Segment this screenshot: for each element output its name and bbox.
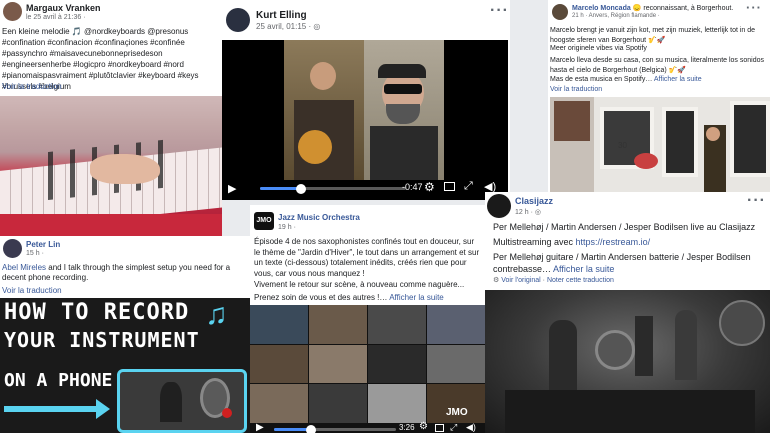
- post-author[interactable]: Margaux Vranken: [26, 3, 101, 13]
- house-facade-image[interactable]: 30: [550, 97, 770, 200]
- post-clasijazz: Clasijazz 12 h · ◎ ··· Per Mellehøj / Ma…: [485, 192, 770, 433]
- post-time[interactable]: 12 h · ◎: [515, 208, 541, 216]
- music-notes-icon: ♫: [205, 298, 228, 331]
- post-text: Prenez soin de vous et des autres !… Aff…: [254, 293, 444, 302]
- see-more-link[interactable]: Afficher la suite: [654, 76, 702, 83]
- translate-link[interactable]: Voir la traduction: [2, 286, 62, 295]
- post-jazz-music-orchestra: JMO Jazz Music Orchestra 19 h · Épisode …: [250, 205, 485, 433]
- mention-link[interactable]: Abel Mireles: [2, 263, 46, 272]
- post-text: Marcelo brengt je vanuit zijn kot, met z…: [550, 27, 756, 44]
- post-header: Marcelo Moncada 😞 reconnaissant, à Borge…: [572, 4, 768, 12]
- seek-bar[interactable]: [260, 183, 406, 194]
- play-icon[interactable]: ▶: [228, 182, 236, 195]
- post-text: Per Mellehøj / Martin Andersen / Jesper …: [493, 222, 756, 232]
- post-kurt-elling: Kurt Elling 25 avril, 01:15 · ◎ ··· ▶ -0…: [222, 0, 510, 200]
- post-text: Abel Mireles and I talk through the simp…: [2, 263, 231, 282]
- seek-bar[interactable]: [274, 424, 396, 433]
- avatar[interactable]: [3, 239, 22, 258]
- globe-icon: ◎: [313, 22, 321, 31]
- fullscreen-icon[interactable]: ⤢: [450, 422, 457, 433]
- fullscreen-icon[interactable]: ⤢: [464, 180, 473, 193]
- settings-icon[interactable]: ⚙: [419, 421, 428, 432]
- post-marcelo-moncada: Marcelo Moncada 😞 reconnaissant, à Borge…: [548, 0, 770, 200]
- gear-icon: ⚙: [493, 277, 500, 284]
- time-remaining: -0:47: [402, 182, 423, 192]
- post-text: Meer originele vibes via Spotify: [550, 45, 647, 52]
- video-grid-player[interactable]: JMO ▶ 3:26 ⚙ ⤢ ◀): [250, 305, 485, 433]
- post-author[interactable]: Peter Lin: [26, 240, 60, 249]
- translate-link[interactable]: Voir la traduction: [550, 86, 602, 93]
- phone-frame: [117, 369, 247, 433]
- post-text: Multistreaming avec https://restream.io/: [493, 237, 651, 247]
- post-text: Per Mellehøj guitare / Martin Andersen b…: [493, 252, 751, 274]
- more-options-icon[interactable]: ···: [747, 192, 766, 210]
- post-text: Vivement le retour sur scène, à nouveau …: [254, 280, 465, 289]
- volume-icon[interactable]: ◀): [466, 422, 476, 433]
- post-author[interactable]: Kurt Elling: [256, 10, 307, 21]
- thumb-title-line3: ON A PHONE: [4, 370, 113, 391]
- video-thumbnail[interactable]: HOW TO RECORD YOUR INSTRUMENT ON A PHONE…: [0, 298, 250, 433]
- post-time[interactable]: 25 avril, 01:15 · ◎: [256, 22, 320, 31]
- pip-icon[interactable]: [444, 182, 455, 191]
- post-action: 😞 reconnaissant, à Borgerhout.: [632, 5, 734, 12]
- avatar-logo[interactable]: JMO: [254, 212, 274, 230]
- rate-translation-link[interactable]: Noter cette traduction: [547, 277, 614, 284]
- restream-link[interactable]: https://restream.io/: [576, 237, 651, 247]
- piano-keyboard-image[interactable]: [0, 96, 222, 236]
- thumb-title-line1: HOW TO RECORD: [4, 300, 190, 325]
- concert-video-still[interactable]: [485, 290, 770, 433]
- video-player[interactable]: ▶ -0:47 ⚙ ⤢ ◀): [222, 40, 508, 200]
- time-remaining: 3:26: [399, 423, 415, 432]
- post-time[interactable]: 21 h · Anvers, Région flamande ·: [572, 13, 660, 19]
- translate-link[interactable]: Voir la traduction: [2, 82, 62, 91]
- thumb-title-line2: YOUR INSTRUMENT: [4, 328, 200, 352]
- post-author[interactable]: Marcelo Moncada: [572, 5, 631, 12]
- play-icon[interactable]: ▶: [256, 422, 264, 433]
- post-text: Mas de esta musica en Spotify… Afficher …: [550, 76, 702, 83]
- post-peter-lin: Peter Lin 15 h · Abel Mireles and I talk…: [0, 236, 250, 433]
- see-more-link[interactable]: Afficher la suite: [389, 293, 444, 302]
- video-left-pane: [284, 40, 364, 180]
- musician-grid: [250, 305, 485, 423]
- avatar[interactable]: [226, 8, 250, 32]
- video-right-pane: [364, 40, 444, 180]
- hand: [90, 154, 160, 184]
- globe-icon: ◎: [534, 209, 541, 216]
- house-number: 30: [618, 141, 627, 150]
- settings-icon[interactable]: ⚙: [424, 180, 435, 194]
- pip-icon[interactable]: [435, 424, 444, 432]
- arrow-icon: [4, 406, 102, 412]
- video-watermark: JMO: [446, 407, 468, 418]
- more-options-icon[interactable]: ···: [490, 2, 509, 20]
- avatar[interactable]: [552, 4, 568, 20]
- translation-row: ⚙ Voir l'original · Noter cette traducti…: [493, 277, 614, 284]
- avatar[interactable]: [487, 194, 511, 218]
- post-time[interactable]: le 25 avril à 21:36 ·: [26, 14, 86, 21]
- see-original-link[interactable]: Voir l'original: [501, 277, 540, 284]
- post-time[interactable]: 15 h ·: [26, 250, 44, 257]
- post-text: Épisode 4 de nos saxophonistes confinés …: [254, 237, 480, 278]
- post-author[interactable]: Jazz Music Orchestra: [278, 213, 360, 222]
- post-text: Marcelo lleva desde su casa, con su musi…: [550, 57, 764, 74]
- post-author[interactable]: Clasijazz: [515, 196, 553, 206]
- post-time[interactable]: 19 h ·: [278, 224, 296, 231]
- more-options-icon[interactable]: ···: [746, 0, 762, 15]
- avatar[interactable]: [3, 2, 22, 21]
- see-more-link[interactable]: Afficher la suite: [553, 264, 614, 274]
